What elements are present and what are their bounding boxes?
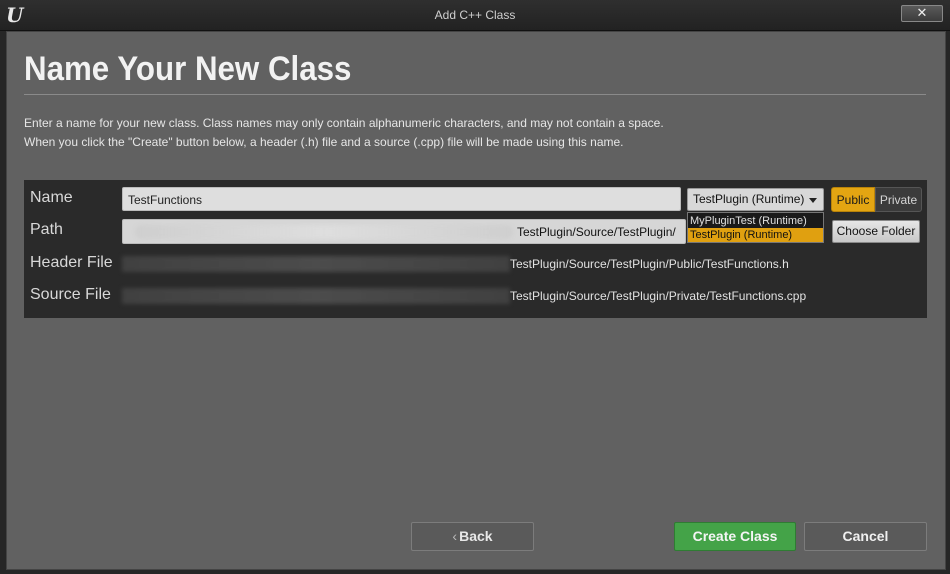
back-button-label: Back [459,528,493,544]
chevron-down-icon [809,198,817,203]
public-toggle[interactable]: Public [831,187,875,212]
choose-folder-button[interactable]: Choose Folder [832,220,920,243]
module-dropdown-list: MyPluginTest (Runtime) TestPlugin (Runti… [687,212,824,243]
page-title: Name Your New Class [24,50,352,88]
title-bar: U Add C++ Class ✕ [0,0,950,31]
header-file-label: Header File [30,254,113,271]
name-label: Name [30,189,73,206]
path-label: Path [30,221,63,238]
path-input[interactable]: TestPlugin/Source/TestPlugin/ [122,219,686,244]
source-file-path: TestPlugin/Source/TestPlugin/Private/Tes… [510,289,807,303]
description-line-2: When you click the "Create" button below… [24,135,624,149]
dialog-content: Name Your New Class Enter a name for you… [6,31,946,570]
description: Enter a name for your new class. Class n… [24,114,924,152]
back-button[interactable]: ‹ Back [411,522,534,551]
create-class-button[interactable]: Create Class [674,522,796,551]
close-icon: ✕ [916,5,928,20]
module-option-testplugin[interactable]: TestPlugin (Runtime) [688,228,823,242]
private-toggle[interactable]: Private [875,187,922,212]
heading-divider [24,94,926,95]
module-select[interactable]: TestPlugin (Runtime) [687,188,824,211]
window-title: Add C++ Class [434,8,516,22]
redacted-header-blur [122,256,510,272]
module-option-mypluginTest[interactable]: MyPluginTest (Runtime) [688,214,823,228]
redacted-source-blur [122,288,510,304]
class-settings-panel: Name TestFunctions TestPlugin (Runtime) … [24,180,927,318]
source-file-label: Source File [30,286,111,303]
close-button[interactable]: ✕ [901,5,943,22]
back-arrow-icon: ‹ [452,528,458,544]
class-name-input[interactable]: TestFunctions [122,187,681,211]
module-selected-value: TestPlugin (Runtime) [693,192,805,206]
cancel-button[interactable]: Cancel [804,522,927,551]
path-value: TestPlugin/Source/TestPlugin/ [517,225,676,239]
description-line-1: Enter a name for your new class. Class n… [24,116,664,130]
header-file-path: TestPlugin/Source/TestPlugin/Public/Test… [510,257,789,271]
redacted-path-blur [135,225,513,239]
